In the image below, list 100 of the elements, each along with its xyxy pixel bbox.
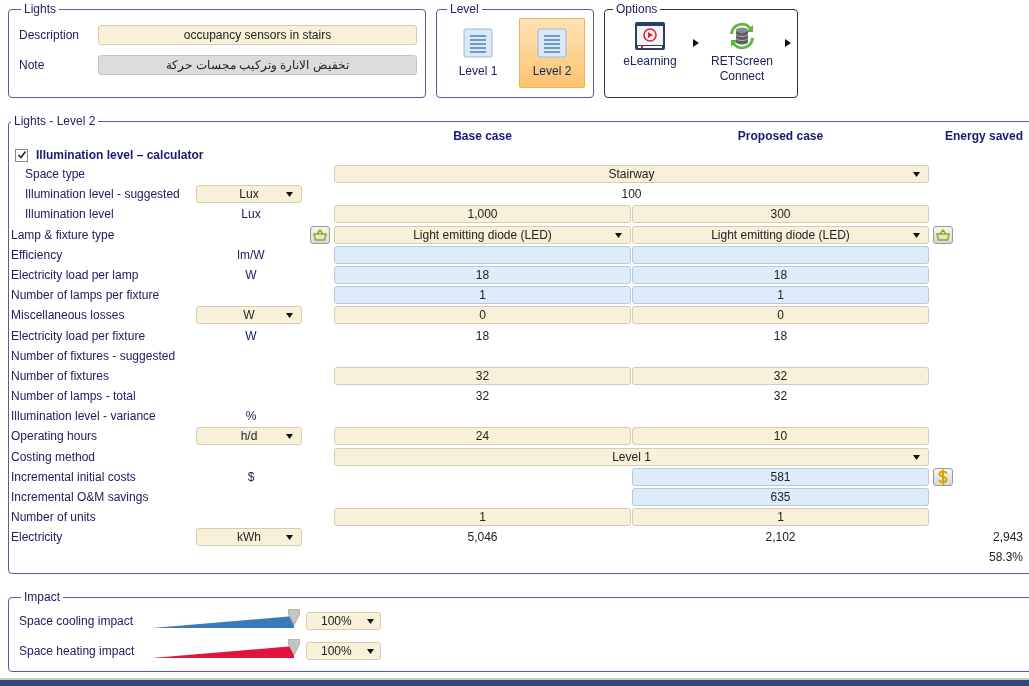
row-label: Incremental initial costs	[11, 468, 137, 486]
row-label: Lamp & fixture type	[11, 226, 116, 244]
unit-text: W	[244, 266, 258, 284]
document-icon	[537, 28, 567, 58]
input-field[interactable]: تخفيض الانارة وتركيب مجسات حركة	[98, 55, 417, 75]
column-header: Base case	[452, 129, 513, 143]
input-field[interactable]: 1	[632, 508, 929, 527]
row-label: Number of units	[11, 509, 97, 527]
panel-title: Lights	[23, 2, 58, 16]
row-label: Efficiency	[11, 246, 64, 264]
column-header: Energy saved	[944, 129, 1024, 143]
row-label: Incremental O&M savings	[11, 489, 150, 506]
slider-label: Space cooling impact	[19, 614, 135, 629]
row-label: Electricity load per lamp	[11, 266, 140, 284]
dollar-icon	[937, 468, 949, 485]
row-label: Electricity load per fixture	[11, 327, 147, 345]
value-field[interactable]: 18	[334, 265, 631, 284]
input-field[interactable]: 24	[334, 427, 631, 446]
basket-icon	[313, 228, 327, 241]
input-field[interactable]: 1,000	[334, 205, 631, 224]
value-text: 18	[772, 327, 789, 345]
caret-icon	[286, 192, 293, 198]
panel-title: Impact	[23, 590, 61, 605]
value-field[interactable]: 1	[632, 286, 929, 305]
percent-dropdown[interactable]: 100%	[306, 612, 381, 631]
input-field[interactable]: 32	[632, 366, 929, 385]
input-field[interactable]: 32	[334, 366, 631, 385]
unit-dropdown[interactable]: kWh	[196, 528, 302, 547]
row-label: Number of lamps per fixture	[11, 287, 161, 305]
unit-dropdown[interactable]: W	[196, 306, 302, 325]
caret-icon	[913, 172, 920, 177]
value-field[interactable]: 18	[632, 265, 929, 284]
unit-dropdown[interactable]: Lux	[196, 185, 302, 204]
panel-title: Lights - Level 2	[13, 114, 97, 128]
value-text: 58.3%	[988, 549, 1023, 567]
caret-icon	[913, 232, 920, 238]
value-text: 2,102	[764, 529, 797, 547]
slider-thumb[interactable]	[288, 609, 300, 626]
slider-label: Space heating impact	[19, 644, 136, 659]
row-label: Number of fixtures - suggested	[11, 347, 177, 365]
tool-button[interactable]	[310, 225, 330, 244]
panel-title: Level	[449, 2, 480, 16]
option-button[interactable]: eLearning	[611, 18, 689, 84]
input-field[interactable]: occupancy sensors in stairs	[98, 25, 417, 45]
row-label: Miscellaneous losses	[11, 307, 126, 325]
unit-dropdown[interactable]: h/d	[196, 427, 302, 446]
unit-text: Lux	[240, 206, 262, 224]
slider-thumb[interactable]	[288, 639, 300, 656]
value-text: 18	[474, 327, 491, 345]
caret-icon	[286, 535, 293, 541]
level-button[interactable]: Level 1	[445, 18, 511, 88]
caret-icon	[367, 619, 374, 625]
document-icon	[463, 28, 493, 58]
input-field[interactable]: 0	[334, 306, 631, 325]
tool-button[interactable]	[933, 225, 953, 244]
value-text: 32	[474, 388, 491, 406]
field-label: Note	[19, 58, 46, 72]
level-button[interactable]: Level 2	[519, 18, 585, 88]
unit-text: lm/W	[236, 246, 266, 264]
dropdown[interactable]: Light emitting diode (LED)	[334, 225, 631, 244]
row-label: Costing method	[11, 448, 97, 466]
unit-text: W	[244, 327, 258, 345]
basket-icon	[936, 228, 950, 241]
value-field[interactable]	[632, 245, 929, 264]
value-field[interactable]: 1	[334, 286, 631, 305]
input-field[interactable]: 10	[632, 427, 929, 446]
option-button[interactable]: RETScreen Connect	[703, 18, 781, 84]
value-field[interactable]: 635	[632, 488, 929, 506]
panel-title: Options	[615, 2, 659, 16]
input-field[interactable]: 300	[632, 205, 929, 224]
value-field[interactable]	[334, 245, 631, 264]
row-label: Illumination level - variance	[11, 408, 157, 426]
expand-arrow-icon[interactable]	[693, 39, 699, 47]
percent-dropdown[interactable]: 100%	[306, 642, 381, 661]
checkbox-label: Illumination level – calculator	[36, 148, 204, 162]
row-label: Electricity	[11, 529, 64, 547]
input-field[interactable]: 0	[632, 306, 929, 325]
value-text: 2,943	[992, 529, 1023, 547]
input-field[interactable]: 1	[334, 508, 631, 527]
column-header: Proposed case	[736, 129, 825, 143]
tool-button[interactable]	[933, 467, 953, 486]
caret-icon	[615, 232, 622, 238]
value-text: 100	[620, 186, 643, 204]
row-label: Number of lamps - total	[11, 388, 137, 406]
caret-icon	[286, 434, 293, 440]
caret-icon	[286, 313, 293, 319]
expand-arrow-icon[interactable]	[785, 39, 791, 47]
dropdown[interactable]: Light emitting diode (LED)	[632, 225, 929, 244]
dropdown[interactable]: Stairway	[334, 165, 929, 183]
dropdown[interactable]: Level 1	[334, 447, 929, 466]
video-player-icon	[634, 20, 666, 52]
caret-icon	[367, 649, 374, 655]
unit-text: %	[244, 408, 258, 426]
row-label: Illumination level - suggested	[24, 186, 181, 204]
checkbox[interactable]	[15, 148, 28, 162]
value-text: 32	[772, 388, 789, 406]
value-text: 5,046	[466, 529, 499, 547]
row-label: Illumination level	[24, 206, 115, 224]
row-label: Space type	[24, 166, 87, 183]
value-field[interactable]: 581	[632, 467, 929, 486]
